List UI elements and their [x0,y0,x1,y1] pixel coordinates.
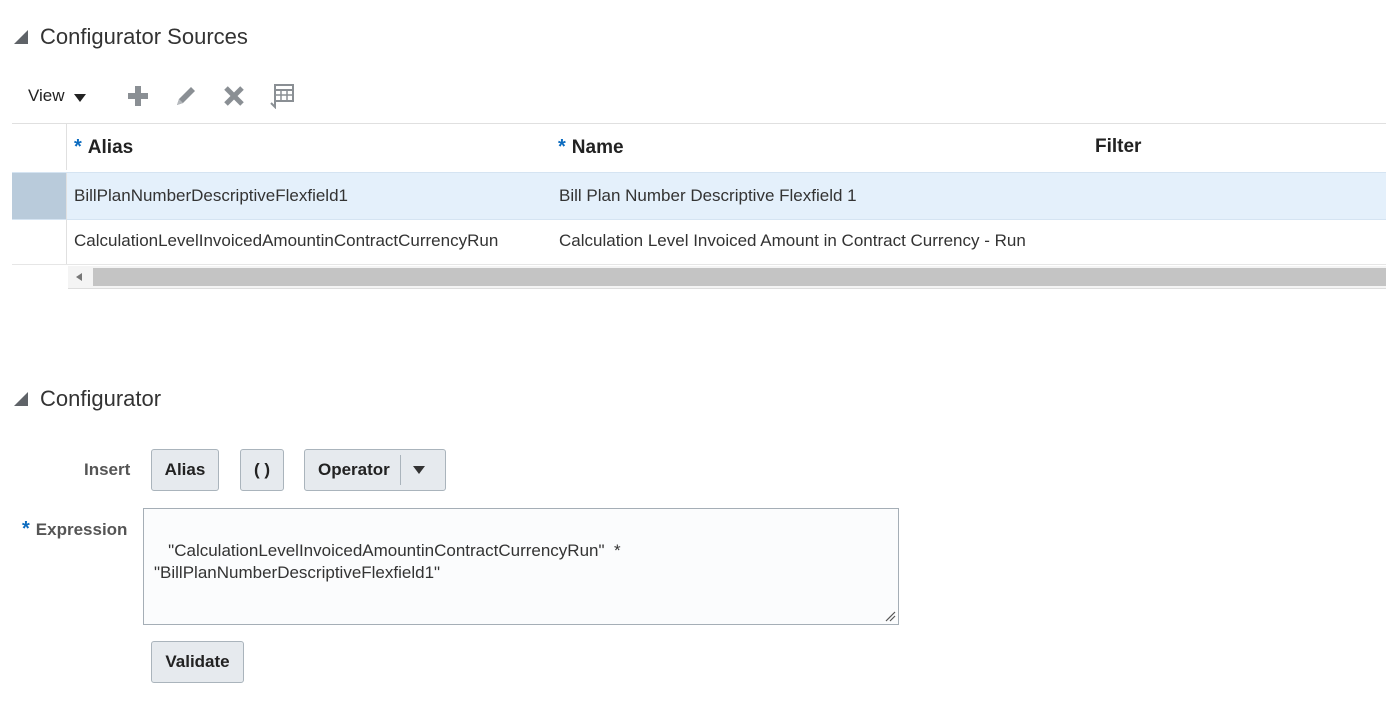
insert-parentheses-button[interactable]: ( ) [240,449,284,491]
view-menu-label: View [28,86,65,105]
configurator-section-title: Configurator [40,386,162,411]
expression-value: "CalculationLevelInvoicedAmountinContrac… [154,541,621,582]
edit-button[interactable] [172,82,200,110]
required-indicator: * [558,135,566,158]
sources-section-title: Configurator Sources [40,24,248,49]
expression-label: * "CalculationLevelInvoicedAmountinContr… [22,518,127,541]
table-row[interactable]: BillPlanNumberDescriptiveFlexfield1 Bill… [12,172,1386,220]
expression-label-text: Expression [35,520,128,539]
chevron-down-icon[interactable] [412,466,425,474]
freeze-columns-button[interactable] [268,82,296,110]
resize-handle-icon[interactable] [884,610,896,622]
caret-down-icon [73,93,86,102]
add-button[interactable] [124,82,152,110]
delete-icon [223,86,244,106]
required-indicator: * [74,135,82,158]
configurator-section-header[interactable]: Configurator [14,386,161,412]
expression-textarea[interactable]: "CalculationLevelInvoicedAmountinContrac… [143,508,899,625]
scroll-left-icon[interactable] [76,273,82,281]
table-header-row: * Alias * Name Filter [12,124,1386,170]
column-header-name[interactable]: * Name [558,136,624,159]
operator-dropdown[interactable]: Operator [304,449,446,491]
split-divider [399,455,401,485]
row-selector[interactable] [12,173,67,219]
delete-button[interactable] [220,82,248,110]
horizontal-scrollbar[interactable] [68,266,1386,289]
name-cell: Calculation Level Invoiced Amount in Con… [559,231,1026,250]
sources-toolbar: View [28,82,296,110]
view-menu[interactable]: View [28,86,86,106]
row-selector[interactable] [12,218,67,264]
table-row[interactable]: CalculationLevelInvoicedAmountinContract… [12,218,1386,265]
column-header-label: Filter [1095,136,1142,157]
alias-cell: BillPlanNumberDescriptiveFlexfield1 [74,186,348,205]
edit-icon [176,87,195,105]
collapse-triangle-icon[interactable] [14,392,28,406]
freeze-columns-icon [269,84,294,109]
collapse-triangle-icon[interactable] [14,30,28,44]
column-header-label: Name [571,136,624,158]
operator-label: Operator [318,460,390,479]
alias-cell: CalculationLevelInvoicedAmountinContract… [74,231,499,250]
insert-label: Insert [84,460,131,479]
column-header-label: Alias [87,136,134,158]
column-header-filter[interactable]: Filter [1095,136,1141,158]
column-header-alias[interactable]: * Alias [74,136,133,159]
add-icon [127,86,148,106]
insert-alias-button[interactable]: Alias [151,449,219,491]
sources-section-header[interactable]: Configurator Sources [14,24,248,50]
required-indicator: * [22,518,30,540]
name-cell: Bill Plan Number Descriptive Flexfield 1 [559,186,857,205]
scrollbar-thumb[interactable] [93,268,1386,286]
header-selector [12,124,67,170]
sources-table: * Alias * Name Filter BillPlanNumberDescri… [12,123,1386,292]
validate-button[interactable]: Validate [151,641,244,683]
